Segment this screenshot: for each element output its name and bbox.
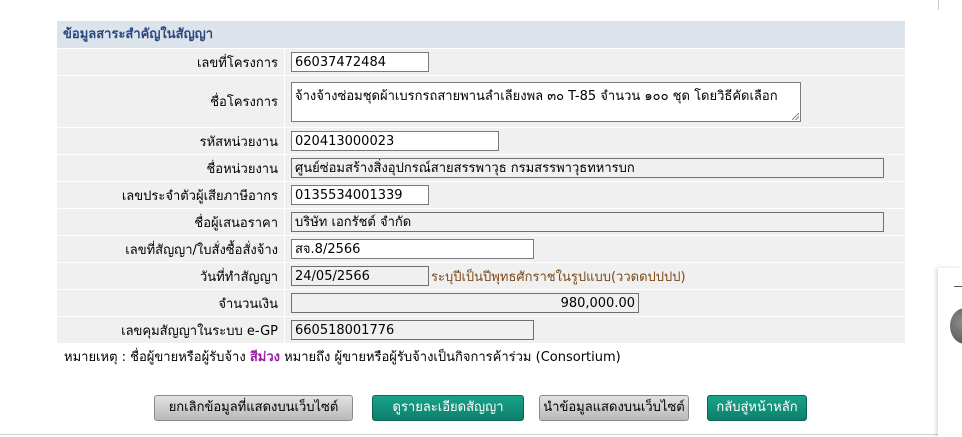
contract-no-field[interactable]: สจ.8/2566 xyxy=(291,239,534,259)
contract-info-panel: ข้อมูลสาระสำคัญในสัญญา เลขที่โครงการ 660… xyxy=(57,21,905,343)
row-contract-no: เลขที่สัญญา/ใบสั่งซื้อสั่งจ้าง สจ.8/2566 xyxy=(57,235,905,262)
project-no-field[interactable]: 66037472484 xyxy=(291,52,429,72)
egp-no-field[interactable]: 660518001776 xyxy=(291,320,534,340)
row-egp-no: เลขคุมสัญญาในระบบ e-GP 660518001776 xyxy=(57,316,905,343)
project-name-textarea[interactable]: จ้างจ้างซ่อมชุดผ้าเบรกรถสายพานลำเลียงพล … xyxy=(291,81,801,122)
label-tax-id: เลขประจำตัวผู้เสียภาษีอากร xyxy=(121,188,278,204)
label-bidder-name: ชื่อผู้เสนอราคา xyxy=(194,215,278,231)
note-prefix: หมายเหตุ : ชื่อผู้ขายหรือผู้รับจ้าง xyxy=(64,350,250,365)
publish-to-website-button[interactable]: นำข้อมูลแสดงบนเว็บไซต์ xyxy=(539,395,689,421)
back-to-home-button[interactable]: กลับสู่หน้าหลัก xyxy=(707,395,807,421)
label-agency-code: รหัสหน่วยงาน xyxy=(199,134,278,150)
row-agency-name: ชื่อหน่วยงาน ศูนย์ซ่อมสร้างสิ่งอุปกรณ์สา… xyxy=(57,154,905,181)
bidder-name-field[interactable]: บริษัท เอกรัชต์ จำกัด xyxy=(291,212,884,232)
agency-code-field[interactable]: 020413000023 xyxy=(291,131,499,151)
note-highlight: สีม่วง xyxy=(249,350,280,365)
row-tax-id: เลขประจำตัวผู้เสียภาษีอากร 0135534001339 xyxy=(57,181,905,208)
label-egp-no: เลขคุมสัญญาในระบบ e-GP xyxy=(121,323,278,339)
cancel-website-data-button[interactable]: ยกเลิกข้อมูลที่แสดงบนเว็บไซต์ xyxy=(154,395,353,421)
tax-id-field[interactable]: 0135534001339 xyxy=(291,185,429,205)
project-name-text: จ้างจ้างซ่อมชุดผ้าเบรกรถสายพานลำเลียงพล … xyxy=(295,88,778,104)
view-contract-details-button[interactable]: ดูรายละเอียดสัญญา xyxy=(372,395,524,421)
minimize-icon[interactable] xyxy=(954,286,962,287)
panel-title: ข้อมูลสาระสำคัญในสัญญา xyxy=(57,21,905,48)
chat-widget[interactable] xyxy=(938,268,962,437)
row-project-no: เลขที่โครงการ 66037472484 xyxy=(57,48,905,75)
consortium-note: หมายเหตุ : ชื่อผู้ขายหรือผู้รับจ้าง สีม่… xyxy=(64,346,621,367)
resize-handle-icon[interactable] xyxy=(792,112,799,120)
bottom-divider xyxy=(0,434,938,435)
row-bidder-name: ชื่อผู้เสนอราคา บริษัท เอกรัชต์ จำกัด xyxy=(57,208,905,235)
label-project-name: ชื่อโครงการ xyxy=(210,95,278,110)
row-amount: จำนวนเงิน 980,000.00 xyxy=(57,289,905,316)
label-project-no: เลขที่โครงการ xyxy=(196,55,278,71)
agency-name-field[interactable]: ศูนย์ซ่อมสร้างสิ่งอุปกรณ์สายสรรพาวุธ กรม… xyxy=(291,158,884,178)
label-contract-date: วันที่ทำสัญญา xyxy=(199,269,278,285)
avatar[interactable] xyxy=(950,308,962,344)
row-agency-code: รหัสหน่วยงาน 020413000023 xyxy=(57,127,905,154)
date-format-hint: ระบุปีเป็นปีพุทธศักราชในรูปแบบ(ววดดปปปป) xyxy=(431,269,686,285)
label-contract-no: เลขที่สัญญา/ใบสั่งซื้อสั่งจ้าง xyxy=(125,242,278,258)
label-amount: จำนวนเงิน xyxy=(218,296,278,312)
contract-date-field[interactable]: 24/05/2566 xyxy=(291,266,429,286)
label-agency-name: ชื่อหน่วยงาน xyxy=(206,161,278,177)
row-contract-date: วันที่ทำสัญญา 24/05/2566 ระบุปีเป็นปีพุท… xyxy=(57,262,905,289)
page-frame xyxy=(0,0,939,10)
note-suffix: หมายถึง ผู้ขายหรือผู้รับจ้างเป็นกิจการค้… xyxy=(279,350,621,365)
amount-field[interactable]: 980,000.00 xyxy=(291,293,639,313)
row-project-name: ชื่อโครงการ จ้างจ้างซ่อมชุดผ้าเบรกรถสายพ… xyxy=(57,75,905,127)
